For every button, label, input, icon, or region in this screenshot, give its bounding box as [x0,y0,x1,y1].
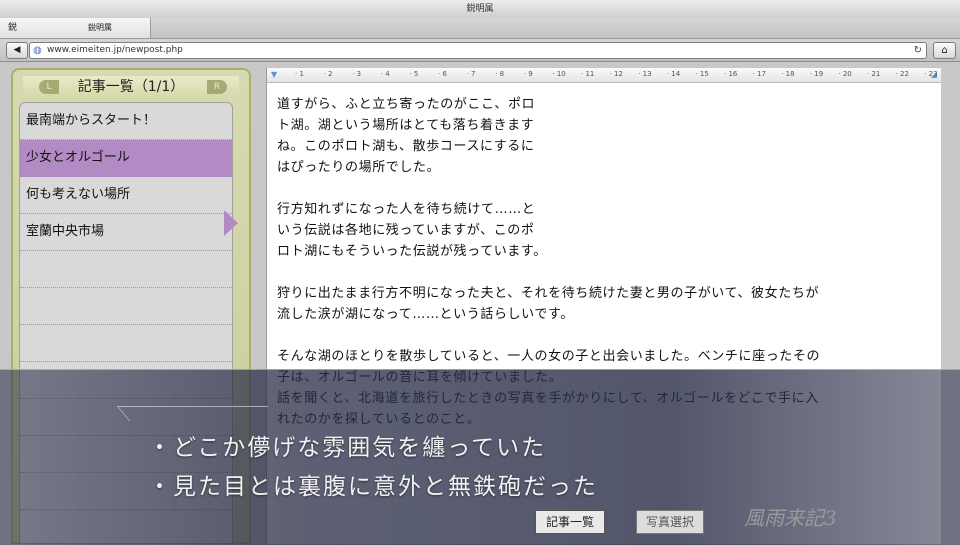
article-paragraph: 狩りに出たまま行方不明になった夫と、それを待ち続けた妻と男の子がいて、彼女たちが… [277,286,820,322]
choice-option-2[interactable]: ・見た目とは裏腹に意外と無鉄砲だった [148,467,598,501]
globe-icon: ◍ [33,45,42,56]
ruler-mark: · 9 [523,70,533,78]
ruler-mark: · 5 [409,70,419,78]
home-button[interactable]: ⌂ [933,42,956,59]
list-item-empty [20,251,232,288]
back-button[interactable]: ◀ [6,42,28,59]
ruler-mark: · 20 [838,70,852,78]
window-title: 鋭明属 [466,4,494,14]
list-item-empty [20,325,232,362]
list-item-label: 少女とオルゴール [26,150,130,165]
tab-bar: 鋭 鋭明属 [0,18,960,39]
home-icon: ⌂ [941,45,948,56]
back-arrow-icon: ◀ [13,45,21,55]
ruler-mark: · 22 [895,70,909,78]
ruler-mark: · 23 [924,70,938,78]
game-logo: 風雨来記3 [744,506,837,530]
article-paragraph: 行方知れずになった人を待ち続けて……と いう伝説は各地に残っていますが、このポ … [277,202,547,259]
next-page-button[interactable]: R [207,80,227,94]
ruler-mark: · 21 [867,70,881,78]
list-item-article-2[interactable]: 少女とオルゴール [20,140,232,177]
article-list-button[interactable]: 記事一覧 [535,510,605,534]
ruler-mark: · 17 [752,70,766,78]
ruler-mark: · 16 [724,70,738,78]
site-favicon-icon: 鋭 [8,23,18,33]
ruler-mark: · 15 [695,70,709,78]
ruler-mark: · 2 [323,70,333,78]
prev-page-button[interactable]: L [39,80,59,94]
ruler: ▼ ◢ · 1 · 2 · 3 · 4 · 5 · 6 · 7 · 8 · 9 · 10 · 11 ·… [267,68,941,83]
ruler-mark: · 4 [380,70,390,78]
tab-title: 鋭明属 [88,23,112,32]
ruler-left-marker-icon: ▼ [271,70,278,79]
address-bar-row: ◀ ◍ www.eimeiten.jp/newpost.php ↻ ⌂ [0,39,960,62]
sidebar-title: 記事一覧（1/1） [77,79,185,95]
ruler-mark: · 6 [438,70,447,78]
list-item-empty [20,288,232,325]
photo-select-button[interactable]: 写真選択 [636,510,704,534]
ruler-mark: · 10 [552,70,566,78]
list-item-article-3[interactable]: 何も考えない場所 [20,177,232,214]
ruler-mark: · 7 [466,70,476,78]
window-title-bar: 鋭明属 [0,0,960,19]
dialog-decor-line [116,406,281,421]
url-text: www.eimeiten.jp/newpost.php [47,45,183,55]
ruler-mark: · 19 [809,70,824,78]
list-item-label: 何も考えない場所 [26,187,131,202]
ruler-mark: · 13 [638,70,652,78]
choice-option-1[interactable]: ・どこか儚げな雰囲気を纏っていた [148,428,546,462]
ruler-mark: · 14 [666,70,681,78]
reload-icon[interactable]: ↻ [914,43,922,58]
article-paragraph: 道すがら、ふと立ち寄ったのがここ、ポロ ト湖。湖という場所はとても落ち着きます … [277,97,536,175]
active-item-arrow [224,210,238,236]
list-item-label: 室蘭中央市場 [26,224,105,239]
ruler-mark: · 1 [295,70,304,78]
ruler-mark: · 12 [609,70,623,78]
ruler-mark: · 3 [352,70,362,78]
tab-active[interactable]: 鋭 鋭明属 [0,18,151,38]
ruler-mark: · 18 [781,70,795,78]
list-item-label: 最南端からスタート！ [26,113,157,128]
ruler-mark: · 8 [495,70,505,78]
ruler-mark: · 11 [581,70,595,78]
list-item-article-4[interactable]: 室蘭中央市場 [20,214,232,251]
list-item-article-1[interactable]: 最南端からスタート！ [20,103,232,140]
sidebar-header: L 記事一覧（1/1） R [23,76,239,98]
url-bar[interactable]: ◍ www.eimeiten.jp/newpost.php ↻ [29,42,927,59]
